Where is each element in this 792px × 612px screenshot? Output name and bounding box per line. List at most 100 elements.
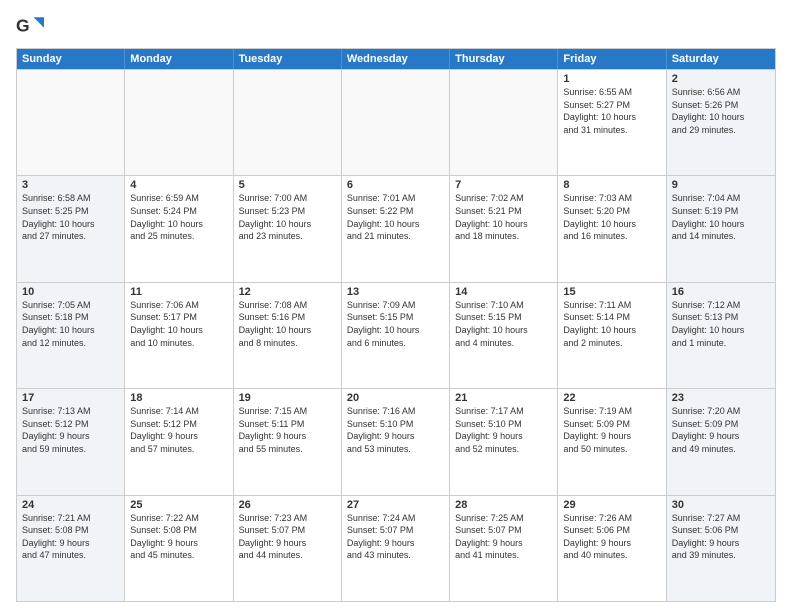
day-cell-27: 27Sunrise: 7:24 AM Sunset: 5:07 PM Dayli… xyxy=(342,496,450,601)
empty-cell xyxy=(125,70,233,175)
weekday-header-tuesday: Tuesday xyxy=(234,49,342,69)
day-number: 21 xyxy=(455,392,552,404)
day-number: 15 xyxy=(563,286,660,298)
day-info: Sunrise: 7:15 AM Sunset: 5:11 PM Dayligh… xyxy=(239,405,336,455)
day-info: Sunrise: 6:59 AM Sunset: 5:24 PM Dayligh… xyxy=(130,192,227,242)
day-number: 19 xyxy=(239,392,336,404)
day-info: Sunrise: 7:16 AM Sunset: 5:10 PM Dayligh… xyxy=(347,405,444,455)
day-number: 17 xyxy=(22,392,119,404)
day-cell-7: 7Sunrise: 7:02 AM Sunset: 5:21 PM Daylig… xyxy=(450,176,558,281)
day-number: 11 xyxy=(130,286,227,298)
day-info: Sunrise: 7:25 AM Sunset: 5:07 PM Dayligh… xyxy=(455,512,552,562)
calendar: SundayMondayTuesdayWednesdayThursdayFrid… xyxy=(16,48,776,602)
calendar-row-4: 17Sunrise: 7:13 AM Sunset: 5:12 PM Dayli… xyxy=(17,388,775,494)
weekday-header-wednesday: Wednesday xyxy=(342,49,450,69)
empty-cell xyxy=(342,70,450,175)
day-number: 2 xyxy=(672,73,770,85)
day-info: Sunrise: 7:22 AM Sunset: 5:08 PM Dayligh… xyxy=(130,512,227,562)
day-info: Sunrise: 7:24 AM Sunset: 5:07 PM Dayligh… xyxy=(347,512,444,562)
day-cell-19: 19Sunrise: 7:15 AM Sunset: 5:11 PM Dayli… xyxy=(234,389,342,494)
day-cell-20: 20Sunrise: 7:16 AM Sunset: 5:10 PM Dayli… xyxy=(342,389,450,494)
day-number: 28 xyxy=(455,499,552,511)
empty-cell xyxy=(234,70,342,175)
day-number: 7 xyxy=(455,179,552,191)
day-cell-15: 15Sunrise: 7:11 AM Sunset: 5:14 PM Dayli… xyxy=(558,283,666,388)
day-cell-22: 22Sunrise: 7:19 AM Sunset: 5:09 PM Dayli… xyxy=(558,389,666,494)
day-info: Sunrise: 7:14 AM Sunset: 5:12 PM Dayligh… xyxy=(130,405,227,455)
calendar-row-1: 1Sunrise: 6:55 AM Sunset: 5:27 PM Daylig… xyxy=(17,69,775,175)
day-number: 24 xyxy=(22,499,119,511)
day-info: Sunrise: 7:06 AM Sunset: 5:17 PM Dayligh… xyxy=(130,299,227,349)
day-info: Sunrise: 7:04 AM Sunset: 5:19 PM Dayligh… xyxy=(672,192,770,242)
day-info: Sunrise: 7:20 AM Sunset: 5:09 PM Dayligh… xyxy=(672,405,770,455)
day-cell-28: 28Sunrise: 7:25 AM Sunset: 5:07 PM Dayli… xyxy=(450,496,558,601)
day-info: Sunrise: 6:55 AM Sunset: 5:27 PM Dayligh… xyxy=(563,86,660,136)
day-cell-16: 16Sunrise: 7:12 AM Sunset: 5:13 PM Dayli… xyxy=(667,283,775,388)
day-number: 13 xyxy=(347,286,444,298)
day-number: 30 xyxy=(672,499,770,511)
day-info: Sunrise: 7:17 AM Sunset: 5:10 PM Dayligh… xyxy=(455,405,552,455)
day-cell-13: 13Sunrise: 7:09 AM Sunset: 5:15 PM Dayli… xyxy=(342,283,450,388)
day-info: Sunrise: 7:10 AM Sunset: 5:15 PM Dayligh… xyxy=(455,299,552,349)
day-cell-11: 11Sunrise: 7:06 AM Sunset: 5:17 PM Dayli… xyxy=(125,283,233,388)
day-number: 18 xyxy=(130,392,227,404)
day-number: 5 xyxy=(239,179,336,191)
day-number: 12 xyxy=(239,286,336,298)
day-info: Sunrise: 7:13 AM Sunset: 5:12 PM Dayligh… xyxy=(22,405,119,455)
day-number: 4 xyxy=(130,179,227,191)
weekday-header-sunday: Sunday xyxy=(17,49,125,69)
day-cell-29: 29Sunrise: 7:26 AM Sunset: 5:06 PM Dayli… xyxy=(558,496,666,601)
day-info: Sunrise: 7:02 AM Sunset: 5:21 PM Dayligh… xyxy=(455,192,552,242)
header: G xyxy=(16,12,776,40)
day-cell-1: 1Sunrise: 6:55 AM Sunset: 5:27 PM Daylig… xyxy=(558,70,666,175)
day-cell-2: 2Sunrise: 6:56 AM Sunset: 5:26 PM Daylig… xyxy=(667,70,775,175)
weekday-header-thursday: Thursday xyxy=(450,49,558,69)
day-cell-14: 14Sunrise: 7:10 AM Sunset: 5:15 PM Dayli… xyxy=(450,283,558,388)
day-cell-25: 25Sunrise: 7:22 AM Sunset: 5:08 PM Dayli… xyxy=(125,496,233,601)
day-number: 25 xyxy=(130,499,227,511)
day-cell-5: 5Sunrise: 7:00 AM Sunset: 5:23 PM Daylig… xyxy=(234,176,342,281)
day-cell-4: 4Sunrise: 6:59 AM Sunset: 5:24 PM Daylig… xyxy=(125,176,233,281)
day-info: Sunrise: 7:00 AM Sunset: 5:23 PM Dayligh… xyxy=(239,192,336,242)
day-info: Sunrise: 7:09 AM Sunset: 5:15 PM Dayligh… xyxy=(347,299,444,349)
weekday-header-monday: Monday xyxy=(125,49,233,69)
empty-cell xyxy=(450,70,558,175)
calendar-row-5: 24Sunrise: 7:21 AM Sunset: 5:08 PM Dayli… xyxy=(17,495,775,601)
day-cell-3: 3Sunrise: 6:58 AM Sunset: 5:25 PM Daylig… xyxy=(17,176,125,281)
empty-cell xyxy=(17,70,125,175)
svg-text:G: G xyxy=(16,15,30,35)
day-info: Sunrise: 7:05 AM Sunset: 5:18 PM Dayligh… xyxy=(22,299,119,349)
day-info: Sunrise: 7:23 AM Sunset: 5:07 PM Dayligh… xyxy=(239,512,336,562)
day-cell-26: 26Sunrise: 7:23 AM Sunset: 5:07 PM Dayli… xyxy=(234,496,342,601)
day-cell-23: 23Sunrise: 7:20 AM Sunset: 5:09 PM Dayli… xyxy=(667,389,775,494)
day-cell-21: 21Sunrise: 7:17 AM Sunset: 5:10 PM Dayli… xyxy=(450,389,558,494)
day-number: 1 xyxy=(563,73,660,85)
day-cell-8: 8Sunrise: 7:03 AM Sunset: 5:20 PM Daylig… xyxy=(558,176,666,281)
day-number: 10 xyxy=(22,286,119,298)
day-number: 27 xyxy=(347,499,444,511)
weekday-header-saturday: Saturday xyxy=(667,49,775,69)
day-info: Sunrise: 7:26 AM Sunset: 5:06 PM Dayligh… xyxy=(563,512,660,562)
day-number: 20 xyxy=(347,392,444,404)
calendar-row-3: 10Sunrise: 7:05 AM Sunset: 5:18 PM Dayli… xyxy=(17,282,775,388)
day-info: Sunrise: 6:56 AM Sunset: 5:26 PM Dayligh… xyxy=(672,86,770,136)
day-number: 6 xyxy=(347,179,444,191)
page: G SundayMondayTuesdayWednesdayThursdayFr… xyxy=(0,0,792,612)
day-cell-12: 12Sunrise: 7:08 AM Sunset: 5:16 PM Dayli… xyxy=(234,283,342,388)
day-info: Sunrise: 7:27 AM Sunset: 5:06 PM Dayligh… xyxy=(672,512,770,562)
day-number: 26 xyxy=(239,499,336,511)
day-info: Sunrise: 7:08 AM Sunset: 5:16 PM Dayligh… xyxy=(239,299,336,349)
day-info: Sunrise: 7:03 AM Sunset: 5:20 PM Dayligh… xyxy=(563,192,660,242)
day-info: Sunrise: 7:19 AM Sunset: 5:09 PM Dayligh… xyxy=(563,405,660,455)
day-cell-9: 9Sunrise: 7:04 AM Sunset: 5:19 PM Daylig… xyxy=(667,176,775,281)
day-number: 14 xyxy=(455,286,552,298)
day-info: Sunrise: 7:21 AM Sunset: 5:08 PM Dayligh… xyxy=(22,512,119,562)
day-cell-6: 6Sunrise: 7:01 AM Sunset: 5:22 PM Daylig… xyxy=(342,176,450,281)
day-number: 8 xyxy=(563,179,660,191)
day-info: Sunrise: 7:12 AM Sunset: 5:13 PM Dayligh… xyxy=(672,299,770,349)
day-number: 29 xyxy=(563,499,660,511)
calendar-body: 1Sunrise: 6:55 AM Sunset: 5:27 PM Daylig… xyxy=(17,69,775,601)
calendar-header: SundayMondayTuesdayWednesdayThursdayFrid… xyxy=(17,49,775,69)
day-cell-17: 17Sunrise: 7:13 AM Sunset: 5:12 PM Dayli… xyxy=(17,389,125,494)
day-number: 23 xyxy=(672,392,770,404)
